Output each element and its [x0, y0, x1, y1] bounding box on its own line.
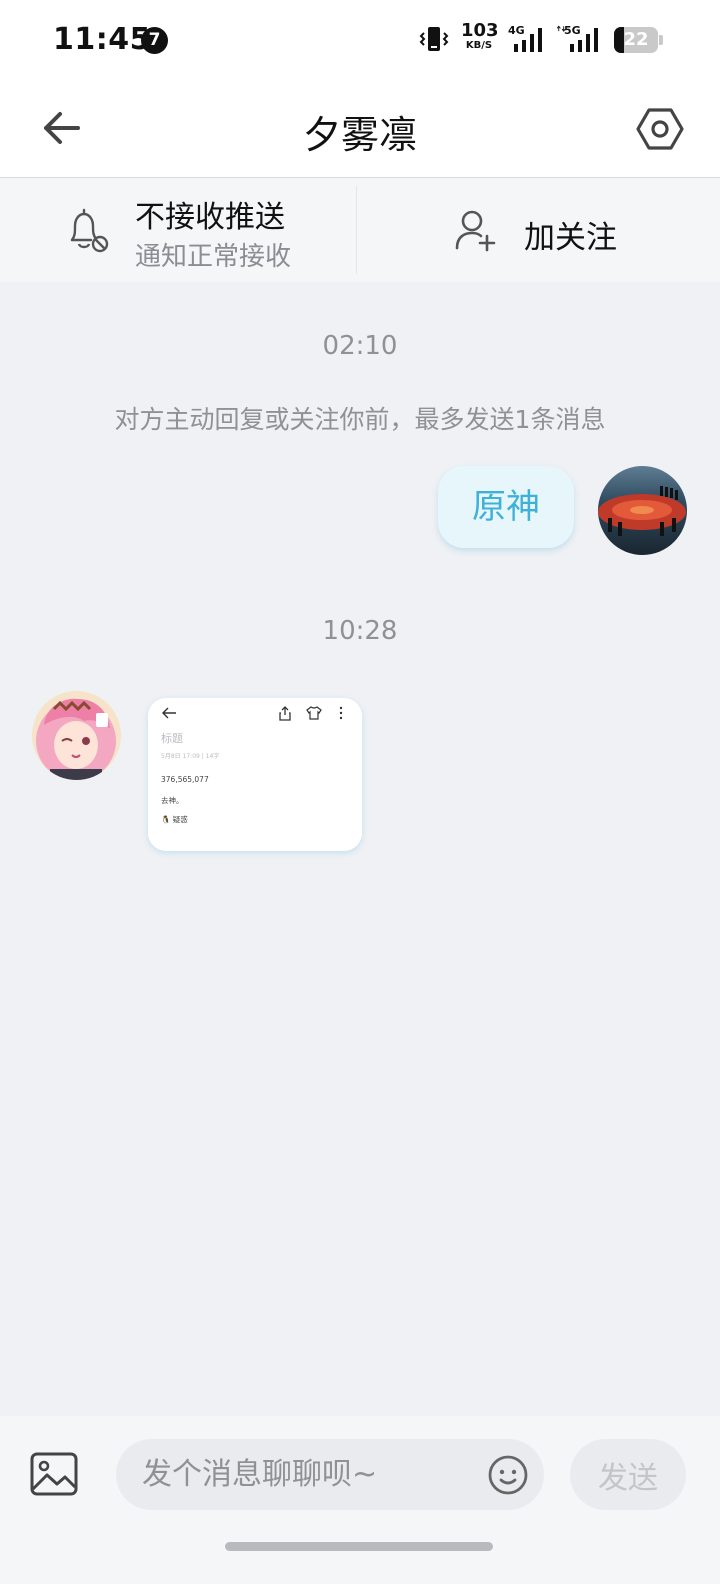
gallery-button[interactable] — [29, 1451, 79, 1497]
follow-label: 加关注 — [524, 220, 617, 256]
notification-badge: 7 — [141, 27, 168, 54]
page-title: 夕雾凛 — [302, 113, 417, 157]
incoming-image-message[interactable]: 标题 5月8日 17:09 | 14字 376,565,077 去神。 🐧 疑惑 — [148, 698, 362, 851]
share-icon — [279, 706, 291, 721]
outgoing-message-bubble[interactable]: 原神 — [438, 466, 574, 548]
follow-button[interactable]: 加关注 — [357, 178, 720, 282]
push-setting-button[interactable]: 不接收推送 通知正常接收 — [0, 178, 356, 282]
chat-screen: 11:45 7 103 KB/S 4G 5G 22 夕雾凛 不接收推送 通知正常… — [0, 0, 720, 1584]
battery-tip — [659, 35, 663, 45]
composer-bar: 发送 — [0, 1416, 720, 1584]
arrow-left-icon — [162, 707, 176, 719]
svg-text:5G: 5G — [564, 24, 581, 37]
outgoing-message-text: 原神 — [472, 487, 540, 527]
chat-header: 夕雾凛 — [0, 80, 720, 178]
push-setting-subtitle: 通知正常接收 — [135, 242, 292, 272]
status-time: 11:45 — [53, 22, 151, 57]
add-user-icon — [455, 210, 496, 252]
smiley-icon — [488, 1455, 528, 1495]
bell-off-icon — [70, 208, 109, 253]
net-speed: 103 KB/S — [461, 20, 499, 51]
card-text-line: 376,565,077 — [161, 775, 209, 784]
card-title: 标题 — [161, 732, 183, 745]
battery-icon: 22 — [614, 27, 658, 53]
emoji-button[interactable] — [487, 1454, 529, 1496]
message-time: 10:28 — [322, 616, 398, 646]
status-bar: 11:45 7 103 KB/S 4G 5G 22 — [0, 0, 720, 80]
hexagon-gear-icon — [636, 108, 684, 150]
image-icon — [30, 1452, 78, 1496]
message-time: 02:10 — [322, 331, 398, 361]
more-vertical-icon — [339, 706, 343, 720]
push-setting-title: 不接收推送 — [135, 200, 285, 235]
vibrate-icon — [419, 27, 449, 51]
card-text-line: 去神。 — [161, 796, 184, 805]
message-input[interactable] — [142, 1439, 472, 1510]
signal-5g-icon: 5G — [556, 24, 598, 52]
svg-text:4G: 4G — [508, 24, 525, 37]
signal-4g-icon: 4G — [508, 24, 542, 52]
system-notice: 对方主动回复或关注你前，最多发送1条消息 — [114, 405, 606, 434]
message-input-box — [116, 1439, 544, 1510]
card-meta: 5月8日 17:09 | 14字 — [161, 753, 220, 760]
my-avatar[interactable] — [598, 466, 687, 555]
contact-avatar[interactable] — [32, 691, 121, 780]
home-indicator[interactable] — [225, 1542, 493, 1551]
settings-button[interactable] — [636, 105, 684, 153]
shirt-icon — [306, 706, 322, 720]
card-text-line: 🐧 疑惑 — [161, 815, 188, 824]
send-button[interactable]: 发送 — [570, 1439, 686, 1510]
options-bar: 不接收推送 通知正常接收 加关注 — [0, 178, 720, 282]
